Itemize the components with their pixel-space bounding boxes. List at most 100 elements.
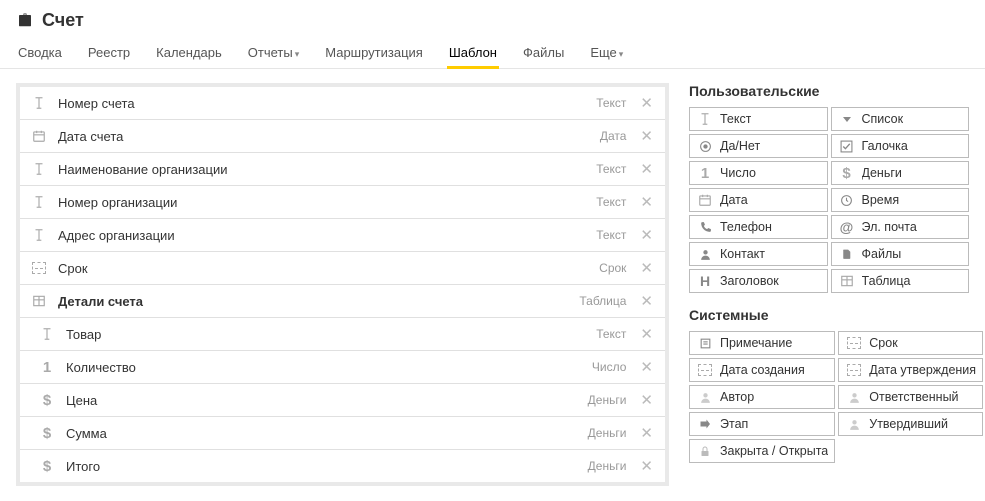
dotted-icon xyxy=(845,337,863,349)
field-row[interactable]: СрокСрок✕ xyxy=(20,252,665,285)
page-title: Счет xyxy=(42,10,84,31)
field-row[interactable]: 1КоличествоЧисло✕ xyxy=(20,351,665,384)
field-row[interactable]: Детали счетаТаблица✕ xyxy=(20,285,665,318)
palette-item[interactable]: Файлы xyxy=(831,242,970,266)
palette-item[interactable]: Ответственный xyxy=(838,385,983,409)
palette-label: Утвердивший xyxy=(869,417,948,431)
palette-item[interactable]: Дата xyxy=(689,188,828,212)
palette-item[interactable]: Дата утверждения xyxy=(838,358,983,382)
palette-item[interactable]: Список xyxy=(831,107,970,131)
tab-2[interactable]: Календарь xyxy=(154,39,224,68)
field-label: Дата счета xyxy=(58,129,600,144)
remove-icon[interactable]: ✕ xyxy=(636,457,657,475)
palette-item[interactable]: Контакт xyxy=(689,242,828,266)
tab-0[interactable]: Сводка xyxy=(16,39,64,68)
palette-item[interactable]: Этап xyxy=(689,412,835,436)
remove-icon[interactable]: ✕ xyxy=(636,226,657,244)
remove-icon[interactable]: ✕ xyxy=(636,94,657,112)
palette-label: Деньги xyxy=(862,166,902,180)
tab-label: Маршрутизация xyxy=(325,45,423,60)
palette-item[interactable]: Текст xyxy=(689,107,828,131)
field-row[interactable]: $ЦенаДеньги✕ xyxy=(20,384,665,417)
remove-icon[interactable]: ✕ xyxy=(636,358,657,376)
palette-panel: Пользовательские ТекстСписокДа/НетГалочк… xyxy=(689,83,969,477)
field-row[interactable]: Номер счетаТекст✕ xyxy=(20,87,665,120)
palette-label: Список xyxy=(862,112,904,126)
tab-label: Сводка xyxy=(18,45,62,60)
field-row[interactable]: $ИтогоДеньги✕ xyxy=(20,450,665,482)
palette-item[interactable]: Утвердивший xyxy=(838,412,983,436)
palette-item[interactable]: @Эл. почта xyxy=(831,215,970,239)
remove-icon[interactable]: ✕ xyxy=(636,160,657,178)
tab-7[interactable]: Еще▾ xyxy=(588,39,625,68)
palette-item[interactable]: HЗаголовок xyxy=(689,269,828,293)
palette-label: Закрыта / Открыта xyxy=(720,444,828,458)
palette-item[interactable]: Таблица xyxy=(831,269,970,293)
palette-item[interactable]: Примечание xyxy=(689,331,835,355)
clock-icon xyxy=(838,194,856,207)
field-type: Деньги xyxy=(588,393,627,407)
remove-icon[interactable]: ✕ xyxy=(636,193,657,211)
palette-item[interactable]: Галочка xyxy=(831,134,970,158)
palette-label: Телефон xyxy=(720,220,772,234)
briefcase-icon xyxy=(16,12,34,30)
palette-item[interactable]: $Деньги xyxy=(831,161,970,185)
field-label: Сумма xyxy=(66,426,588,441)
table-icon xyxy=(838,274,856,288)
palette-label: Да/Нет xyxy=(720,139,760,153)
palette-item[interactable]: Автор xyxy=(689,385,835,409)
remove-icon[interactable]: ✕ xyxy=(636,127,657,145)
palette-user-grid: Текст Список Да/Нет Галочка1Число$ДеньгиДат… xyxy=(689,107,969,293)
field-row[interactable]: Наименование организацииТекст✕ xyxy=(20,153,665,186)
palette-item[interactable]: 1Число xyxy=(689,161,828,185)
person-g-icon xyxy=(845,418,863,431)
field-label: Количество xyxy=(66,360,592,375)
remove-icon[interactable]: ✕ xyxy=(636,325,657,343)
palette-item[interactable]: Дата создания xyxy=(689,358,835,382)
palette-label: Текст xyxy=(720,112,751,126)
palette-label: Срок xyxy=(869,336,897,350)
tab-bar: Сводка Реестр Календарь Отчеты▾ Маршрутизаци… xyxy=(0,39,985,69)
palette-label: Автор xyxy=(720,390,754,404)
palette-label: Число xyxy=(720,166,756,180)
palette-item[interactable]: Время xyxy=(831,188,970,212)
palette-item[interactable]: Закрыта / Открыта xyxy=(689,439,835,463)
remove-icon[interactable]: ✕ xyxy=(636,424,657,442)
calendar-icon xyxy=(28,129,50,143)
calendar-icon xyxy=(696,193,714,207)
lock-icon xyxy=(696,445,714,458)
tab-6[interactable]: Файлы xyxy=(521,39,566,68)
remove-icon[interactable]: ✕ xyxy=(636,259,657,277)
field-row[interactable]: ТоварТекст✕ xyxy=(20,318,665,351)
dotted-icon xyxy=(696,364,714,376)
field-row[interactable]: $СуммаДеньги✕ xyxy=(20,417,665,450)
tab-5[interactable]: Шаблон xyxy=(447,39,499,68)
page-header: Счет xyxy=(0,0,985,39)
person-g-icon xyxy=(845,391,863,404)
field-type: Текст xyxy=(596,96,626,110)
check-icon xyxy=(838,140,856,153)
field-label: Итого xyxy=(66,459,588,474)
field-label: Номер организации xyxy=(58,195,596,210)
field-row[interactable]: Номер организацииТекст ✕ xyxy=(20,186,665,219)
tab-label: Календарь xyxy=(156,45,222,60)
tab-4[interactable]: Маршрутизация xyxy=(323,39,425,68)
field-row[interactable]: Адрес организацииТекст✕ xyxy=(20,219,665,252)
palette-item[interactable]: Телефон xyxy=(689,215,828,239)
tab-3[interactable]: Отчеты▾ xyxy=(246,39,301,68)
palette-item[interactable]: Срок xyxy=(838,331,983,355)
palette-item[interactable]: Да/Нет xyxy=(689,134,828,158)
field-type: Деньги xyxy=(588,459,627,473)
tab-1[interactable]: Реестр xyxy=(86,39,132,68)
remove-icon[interactable]: ✕ xyxy=(636,391,657,409)
chevron-down-icon: ▾ xyxy=(295,49,300,59)
field-type: Дата xyxy=(600,129,627,143)
field-type: Текст xyxy=(596,162,626,176)
palette-system-grid: ПримечаниеСрокДата созданияДата утвержде… xyxy=(689,331,969,463)
field-type: Текст xyxy=(596,195,626,209)
field-row[interactable]: Дата счетаДата ✕ xyxy=(20,120,665,153)
money-icon: $ xyxy=(36,392,58,409)
palette-label: Этап xyxy=(720,417,748,431)
remove-icon[interactable]: ✕ xyxy=(636,292,657,310)
palette-label: Эл. почта xyxy=(862,220,917,234)
